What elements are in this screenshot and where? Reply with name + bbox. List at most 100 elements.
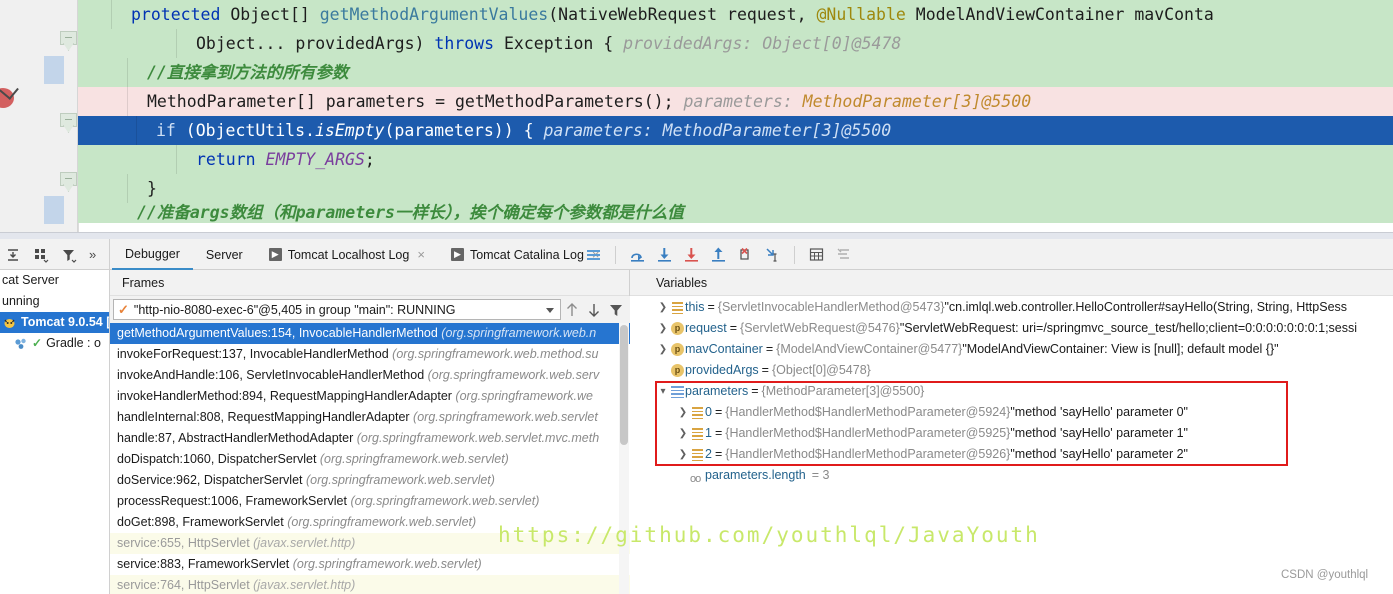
frame-row[interactable]: service:883, FrameworkServlet (org.sprin… <box>110 554 630 575</box>
indent-guide <box>127 174 128 203</box>
code-line[interactable]: //直接拿到方法的所有参数 <box>78 58 1393 87</box>
field-icon <box>690 426 705 441</box>
frame-row[interactable]: service:764, HttpServlet (javax.servlet.… <box>110 575 630 594</box>
debugger-actions-toolbar[interactable] <box>585 239 852 270</box>
code-token: MethodParameter[3]@5500 <box>803 92 1031 111</box>
code-token: (); <box>644 92 674 111</box>
variable-value: "method 'sayHello' parameter 0" <box>1010 402 1188 423</box>
services-tree-item[interactable]: unning <box>0 291 109 312</box>
code-fold-icon[interactable] <box>60 31 77 53</box>
variable-equals: = <box>763 339 776 360</box>
indent-guide <box>127 87 128 116</box>
frame-row[interactable]: doDispatch:1060, DispatcherServlet (org.… <box>110 449 630 470</box>
code-token: ; <box>365 150 375 169</box>
show-execution-point-icon[interactable] <box>585 246 602 263</box>
drop-frame-icon[interactable] <box>737 246 754 263</box>
variable-row[interactable]: ooparameters.length = 3 <box>656 465 1393 486</box>
collapse-all-icon[interactable] <box>4 246 22 264</box>
step-over-icon[interactable] <box>629 246 646 263</box>
force-step-into-icon[interactable] <box>683 246 700 263</box>
tab-debugger[interactable]: Debugger <box>112 239 193 270</box>
variable-row[interactable]: ❯prequest={ServletWebRequest@5476} "Serv… <box>656 318 1393 339</box>
frame-package: (org.springframework.web.servlet <box>410 410 598 424</box>
frame-row[interactable]: getMethodArgumentValues:154, InvocableHa… <box>110 323 630 344</box>
chevron-right-icon[interactable]: ❯ <box>676 423 690 444</box>
frame-row[interactable]: handle:87, AbstractHandlerMethodAdapter … <box>110 428 630 449</box>
variable-row[interactable]: ❯2={HandlerMethod$HandlerMethodParameter… <box>656 444 1393 465</box>
frame-row[interactable]: doService:962, DispatcherServlet (org.sp… <box>110 470 630 491</box>
frame-row[interactable]: invokeHandlerMethod:894, RequestMappingH… <box>110 386 630 407</box>
thread-selector-bar[interactable]: ✓ "http-nio-8080-exec-6"@5,405 in group … <box>110 296 630 323</box>
frame-row[interactable]: handleInternal:808, RequestMappingHandle… <box>110 407 630 428</box>
variable-equals: = <box>712 402 725 423</box>
variable-row[interactable]: ❯pmavContainer={ModelAndViewContainer@54… <box>656 339 1393 360</box>
code-editor[interactable]: protected Object[] getMethodArgumentValu… <box>0 0 1393 232</box>
services-tree-item[interactable]: ✓Gradle : o <box>0 333 109 354</box>
close-icon[interactable]: × <box>417 247 425 262</box>
down-arrow-icon[interactable] <box>583 299 605 321</box>
frame-row[interactable]: processRequest:1006, FrameworkServlet (o… <box>110 491 630 512</box>
variable-row[interactable]: pprovidedArgs={Object[0]@5478} <box>656 360 1393 381</box>
group-by-icon[interactable] <box>32 246 50 264</box>
toolbar-overflow-button[interactable]: » <box>88 247 96 262</box>
frames-list[interactable]: getMethodArgumentValues:154, InvocableHa… <box>110 323 630 594</box>
scrollbar-thumb[interactable] <box>620 325 628 445</box>
debug-tabs[interactable]: DebuggerServer▶Tomcat Localhost Log×▶Tom… <box>112 239 612 270</box>
step-into-icon[interactable] <box>656 246 673 263</box>
frame-method: doDispatch:1060, DispatcherServlet <box>117 452 316 466</box>
services-tree-item-label: Tomcat 9.0.54 [ <box>21 312 109 333</box>
code-line[interactable]: protected Object[] getMethodArgumentValu… <box>78 0 1393 29</box>
array-icon <box>670 384 685 399</box>
frames-scrollbar[interactable] <box>619 323 629 594</box>
tab-server[interactable]: Server <box>193 239 256 270</box>
step-out-icon[interactable] <box>710 246 727 263</box>
thread-dropdown[interactable]: ✓ "http-nio-8080-exec-6"@5,405 in group … <box>113 299 561 320</box>
variable-row[interactable]: ❯0={HandlerMethod$HandlerMethodParameter… <box>656 402 1393 423</box>
frame-row[interactable]: invokeForRequest:137, InvocableHandlerMe… <box>110 344 630 365</box>
tab-tomcat-localhost-log[interactable]: ▶Tomcat Localhost Log× <box>256 239 438 270</box>
filter-icon[interactable] <box>605 299 627 321</box>
mute-breakpoints-icon[interactable] <box>835 246 852 263</box>
code-fold-icon[interactable] <box>60 113 77 135</box>
chevron-right-icon[interactable]: ❯ <box>676 444 690 465</box>
services-tree-item[interactable]: cat Server <box>0 270 109 291</box>
code-fold-icon[interactable] <box>60 172 77 194</box>
run-to-cursor-icon[interactable] <box>764 246 781 263</box>
code-line[interactable]: if (ObjectUtils.isEmpty(parameters)) { p… <box>78 116 1393 145</box>
code-token: @Nullable <box>816 5 905 24</box>
variable-row[interactable]: ❯this={ServletInvocableHandlerMethod@547… <box>656 297 1393 318</box>
variable-value: "ServletWebRequest: uri=/springmvc_sourc… <box>900 318 1357 339</box>
variable-name: parameters.length <box>705 465 806 486</box>
frame-package: (org.springframework.web.servlet) <box>284 515 476 529</box>
code-token: MethodParameter[] parameters = <box>147 92 455 111</box>
gradle-icon <box>14 337 28 351</box>
chevron-down-icon[interactable] <box>546 308 554 313</box>
evaluate-expression-icon[interactable] <box>808 246 825 263</box>
editor-gutter[interactable] <box>0 0 78 232</box>
code-lines[interactable]: protected Object[] getMethodArgumentValu… <box>78 0 1393 232</box>
indent-guide <box>111 0 112 29</box>
variables-list[interactable]: ❯this={ServletInvocableHandlerMethod@547… <box>656 297 1393 594</box>
chevron-right-icon[interactable]: ❯ <box>656 297 670 318</box>
code-line[interactable]: Object... providedArgs) throws Exception… <box>78 29 1393 58</box>
filter-icon[interactable] <box>60 246 78 264</box>
variable-row[interactable]: ▾parameters={MethodParameter[3]@5500} <box>656 381 1393 402</box>
code-line-partial[interactable]: //准备args数组（和parameters一样长），挨个确定每个参数都是什么值 <box>78 203 1393 223</box>
services-tree[interactable]: cat ServerunningTomcat 9.0.54 [✓Gradle :… <box>0 270 110 594</box>
chevron-right-icon[interactable]: ❯ <box>676 402 690 423</box>
indent-guide <box>176 29 177 58</box>
services-toolbar[interactable]: » <box>0 239 110 270</box>
code-line[interactable]: } <box>78 174 1393 203</box>
services-tree-item[interactable]: Tomcat 9.0.54 [ <box>0 312 109 333</box>
frame-row[interactable]: invokeAndHandle:106, ServletInvocableHan… <box>110 365 630 386</box>
code-line[interactable]: return EMPTY_ARGS; <box>78 145 1393 174</box>
variable-ref: {ServletWebRequest@5476} <box>740 318 900 339</box>
chevron-right-icon[interactable]: ❯ <box>656 318 670 339</box>
up-arrow-icon[interactable] <box>561 299 583 321</box>
code-line[interactable]: MethodParameter[] parameters = getMethod… <box>78 87 1393 116</box>
variable-row[interactable]: ❯1={HandlerMethod$HandlerMethodParameter… <box>656 423 1393 444</box>
chevron-right-icon[interactable]: ❯ <box>656 339 670 360</box>
breakpoint-icon[interactable] <box>0 84 26 110</box>
code-token: getMethodParameters <box>455 92 644 111</box>
chevron-down-icon[interactable]: ▾ <box>656 381 670 402</box>
